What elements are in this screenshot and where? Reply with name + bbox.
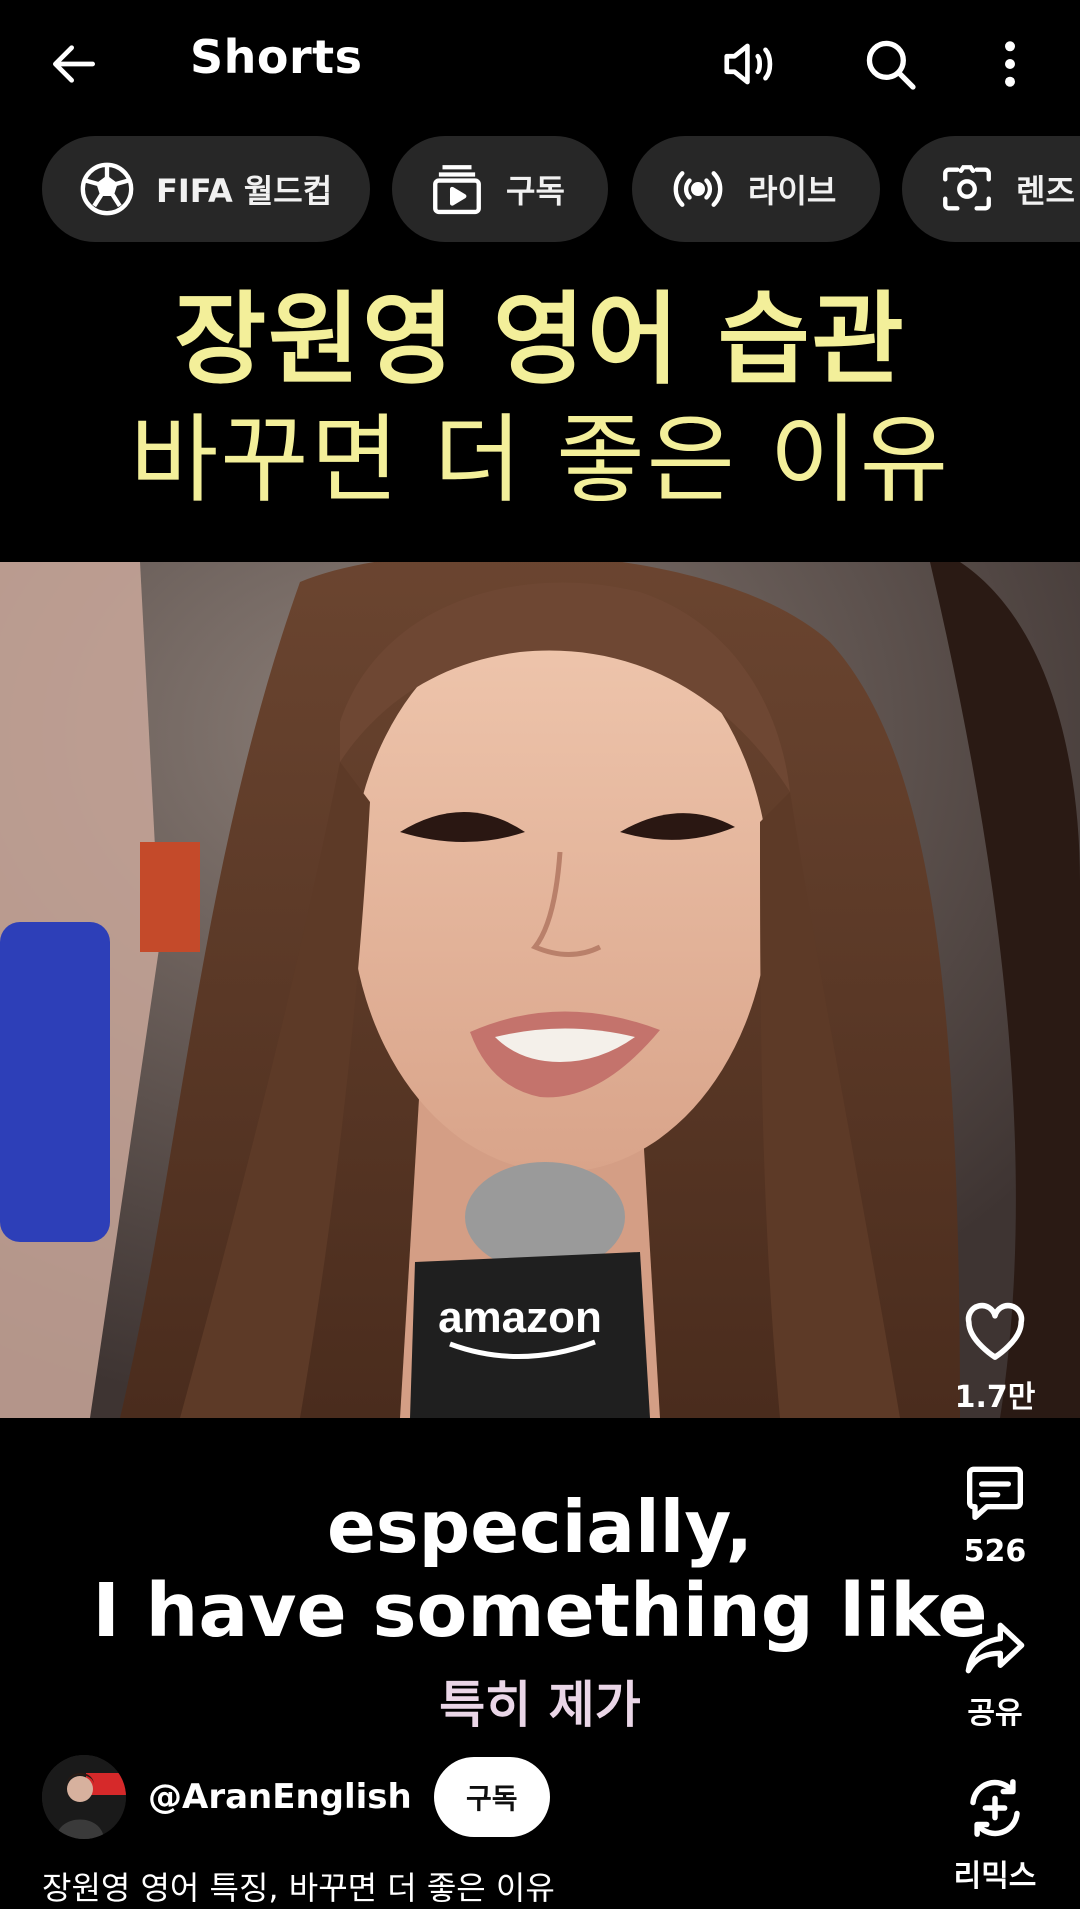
chip-label: FIFA 월드컵 [156,172,333,210]
page-title: Shorts [190,30,363,84]
video-frame[interactable]: amazon [0,562,1080,1418]
camera-lens-icon [943,165,991,211]
video-description[interactable]: 장원영 영어 특징, 바꾸면 더 좋은 이유 [42,1863,555,1909]
back-button[interactable] [35,25,113,103]
comment-count: 526 [963,1534,1027,1569]
soccer-ball-icon [80,162,134,216]
more-vertical-icon [1005,41,1015,87]
share-icon [965,1622,1025,1674]
comment-button[interactable]: 526 [940,1460,1050,1569]
arrow-left-icon [53,45,95,83]
video-headline-line-2: 바꾸면 더 좋은 이유 [129,404,951,516]
chip-label: 라이브 [748,172,837,210]
chip-lens[interactable]: 렌즈 [902,136,1080,242]
remix-label: 리믹스 [953,1859,1037,1894]
subscriptions-icon [433,165,481,215]
channel-row: @AranEnglish 구독 [42,1754,550,1840]
mic-brand-text: amazon [438,1293,602,1342]
sound-button[interactable] [710,25,790,103]
top-app-bar: Shorts [0,0,1080,130]
chip-subscriptions[interactable]: 구독 [392,136,608,242]
chip-label: 구독 [506,172,565,210]
comment-icon [967,1466,1023,1520]
video-still: amazon [0,562,1080,1418]
subscribe-button[interactable]: 구독 [433,1757,550,1837]
caption-line-2: I have something like [92,1568,988,1654]
caption-line-1: especially, [326,1485,754,1569]
chip-label: 렌즈 [1016,172,1075,210]
search-button[interactable] [850,25,930,103]
speaker-icon [724,43,773,85]
avatar[interactable] [42,1755,126,1839]
share-label: 공유 [967,1696,1023,1731]
more-options-button[interactable] [985,25,1035,103]
remix-icon [970,1779,1020,1837]
share-button[interactable]: 공유 [940,1618,1050,1732]
chip-fifa-world-cup[interactable]: FIFA 월드컵 [42,136,370,242]
remix-button[interactable]: 리믹스 [940,1775,1050,1895]
caption-korean: 특히 제가 [439,1676,641,1734]
heart-icon [965,1302,1025,1360]
like-button[interactable]: 1.7만 [940,1300,1050,1416]
chip-live[interactable]: 라이브 [632,136,880,242]
channel-handle[interactable]: @AranEnglish [148,1777,412,1817]
live-broadcast-icon [673,171,723,207]
avatar-image [42,1755,126,1839]
filter-chips: FIFA 월드컵 구독 라이브 렌즈 [0,136,1080,242]
search-icon [866,40,916,90]
like-count: 1.7만 [954,1380,1036,1415]
